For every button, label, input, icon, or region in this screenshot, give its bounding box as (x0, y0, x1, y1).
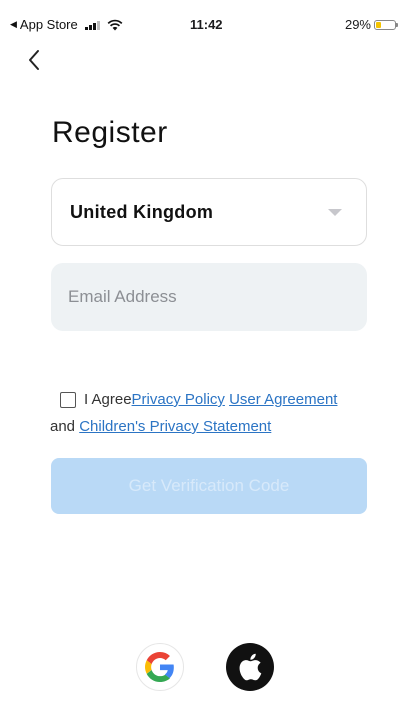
agreement-line-1: I Agree Privacy Policy User Agreement (60, 386, 400, 413)
email-field[interactable] (51, 263, 367, 331)
apple-login-button[interactable] (226, 643, 274, 691)
battery-fill (376, 21, 382, 28)
back-to-app-store[interactable]: ◀ App Store (10, 17, 123, 32)
battery-percent: 29% (344, 17, 371, 32)
social-login-row (8, 643, 402, 691)
agreement-block: I Agree Privacy Policy User Agreement and… (50, 386, 400, 440)
agree-conjunction: and (50, 418, 76, 435)
page-title: Register (52, 116, 168, 149)
country-value: United Kingdom (70, 201, 214, 222)
user-agreement-link[interactable]: User Agreement (229, 386, 337, 413)
google-login-button[interactable] (136, 643, 184, 691)
back-triangle-icon: ◀ (10, 19, 17, 29)
back-button[interactable] (20, 46, 48, 74)
agree-prefix: I Agree (84, 391, 132, 408)
google-icon (145, 652, 174, 682)
status-time: 11:42 (190, 17, 223, 32)
privacy-policy-link[interactable]: Privacy Policy (132, 386, 225, 413)
chevron-left-icon (29, 50, 39, 70)
signal-icon (84, 20, 100, 30)
battery-icon (374, 19, 398, 30)
battery-status: 29% (344, 17, 398, 32)
get-verification-code-button[interactable]: Get Verification Code (51, 458, 367, 514)
status-bar: ◀ App Store 11:42 29% (8, 12, 402, 38)
apple-icon (239, 653, 262, 681)
caret-down-icon (328, 208, 342, 216)
agreement-line-2: and Children's Privacy Statement (50, 413, 400, 440)
wifi-icon (107, 19, 123, 30)
back-app-label: App Store (19, 17, 78, 32)
agree-checkbox[interactable] (60, 391, 76, 408)
register-screen: ◀ App Store 11:42 29% Register United Ki… (8, 12, 402, 719)
country-select[interactable]: United Kingdom (51, 178, 367, 246)
childrens-privacy-link[interactable]: Children's Privacy Statement (79, 418, 271, 435)
